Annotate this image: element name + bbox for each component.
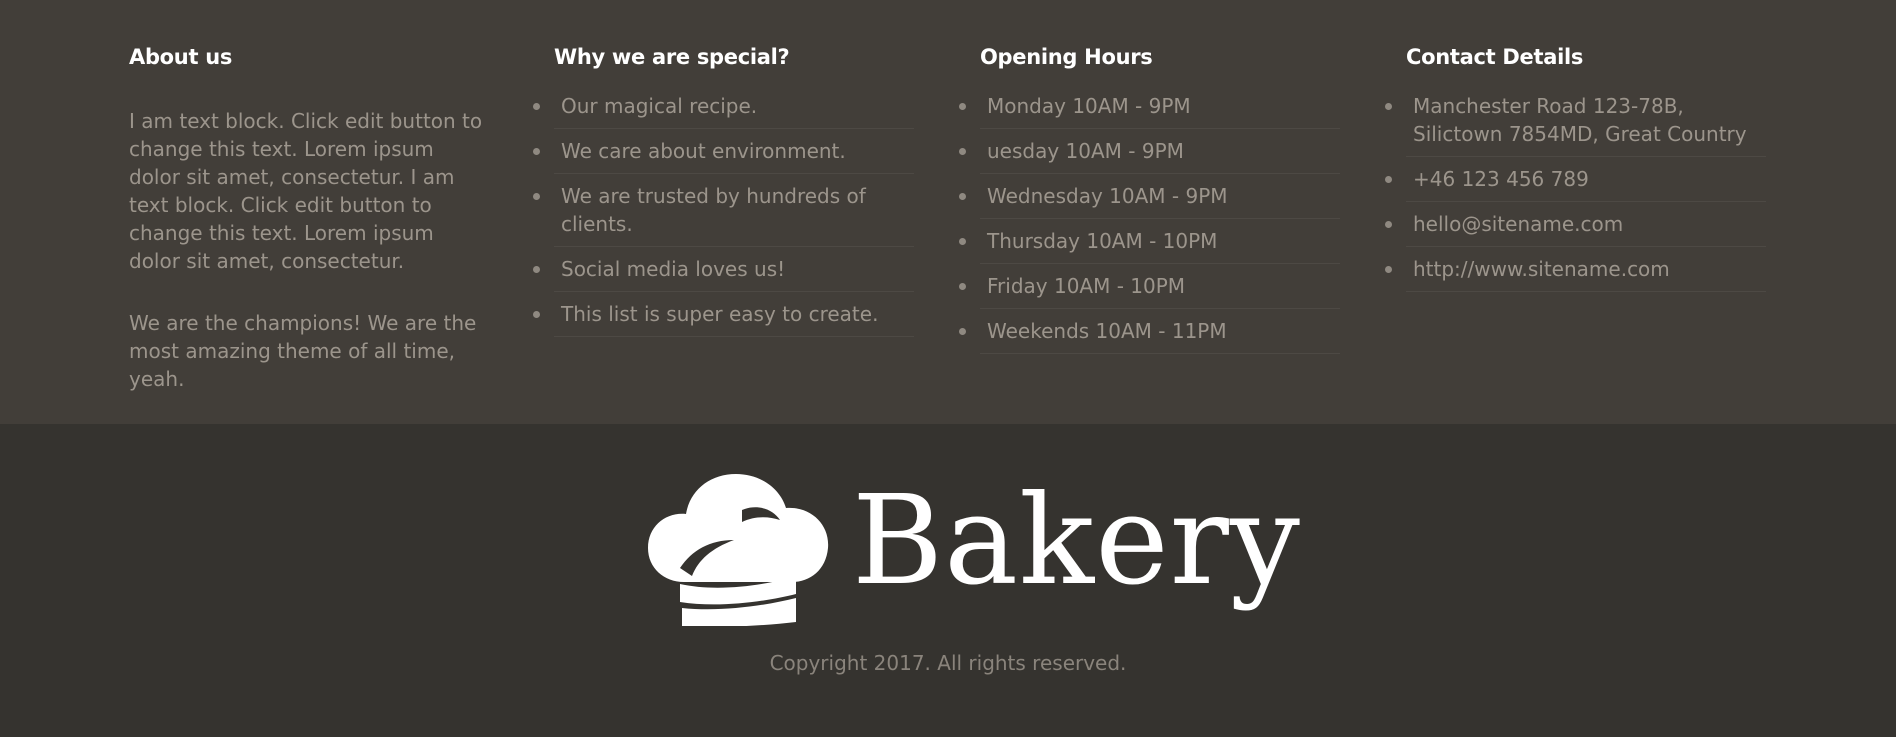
bullet-icon — [959, 283, 966, 290]
copyright-text: Copyright 2017. All rights reserved. — [769, 651, 1127, 675]
about-paragraph-1: I am text block. Click edit button to ch… — [129, 109, 483, 273]
bullet-icon — [1385, 176, 1392, 183]
bullet-icon — [533, 311, 540, 318]
bullet-icon — [533, 266, 540, 273]
list-item: We are trusted by hundreds of clients. — [533, 181, 914, 247]
hours-list: Monday 10AM - 9PM uesday 10AM - 9PM Wedn… — [959, 91, 1340, 361]
list-item: Our magical recipe. — [533, 91, 914, 129]
contact-address: Manchester Road 123-78B, Silictown 7854M… — [1385, 91, 1766, 157]
list-item: uesday 10AM - 9PM — [959, 136, 1340, 174]
list-item: Thursday 10AM - 10PM — [959, 226, 1340, 264]
list-item: Social media loves us! — [533, 254, 914, 292]
footer-widgets: About us I am text block. Click edit but… — [0, 0, 1896, 424]
bullet-icon — [1385, 266, 1392, 273]
bullet-icon — [959, 103, 966, 110]
list-item: Friday 10AM - 10PM — [959, 271, 1340, 309]
bullet-icon — [1385, 221, 1392, 228]
logo-text: Bakery — [852, 469, 1301, 613]
about-paragraph-2: We are the champions! We are the most am… — [129, 311, 477, 391]
contact-heading: Contact Details — [1406, 45, 1584, 69]
list-item: Weekends 10AM - 11PM — [959, 316, 1340, 354]
contact-website[interactable]: http://www.sitename.com — [1385, 254, 1766, 292]
special-list: Our magical recipe. We care about enviro… — [533, 91, 914, 344]
list-item: We care about environment. — [533, 136, 914, 174]
contact-phone: +46 123 456 789 — [1385, 164, 1766, 202]
bullet-icon — [1385, 103, 1392, 110]
bullet-icon — [959, 193, 966, 200]
bullet-icon — [533, 103, 540, 110]
about-heading: About us — [129, 45, 233, 69]
bullet-icon — [959, 148, 966, 155]
bullet-icon — [959, 328, 966, 335]
list-item: This list is super easy to create. — [533, 299, 914, 337]
list-item: Wednesday 10AM - 9PM — [959, 181, 1340, 219]
bakery-logo[interactable]: Bakery — [646, 470, 1300, 630]
list-item: Monday 10AM - 9PM — [959, 91, 1340, 129]
contact-list: Manchester Road 123-78B, Silictown 7854M… — [1385, 91, 1766, 299]
chef-hat-icon — [648, 474, 829, 626]
special-heading: Why we are special? — [554, 45, 790, 69]
bullet-icon — [533, 148, 540, 155]
bullet-icon — [533, 193, 540, 200]
bullet-icon — [959, 238, 966, 245]
contact-email[interactable]: hello@sitename.com — [1385, 209, 1766, 247]
hours-heading: Opening Hours — [980, 45, 1153, 69]
